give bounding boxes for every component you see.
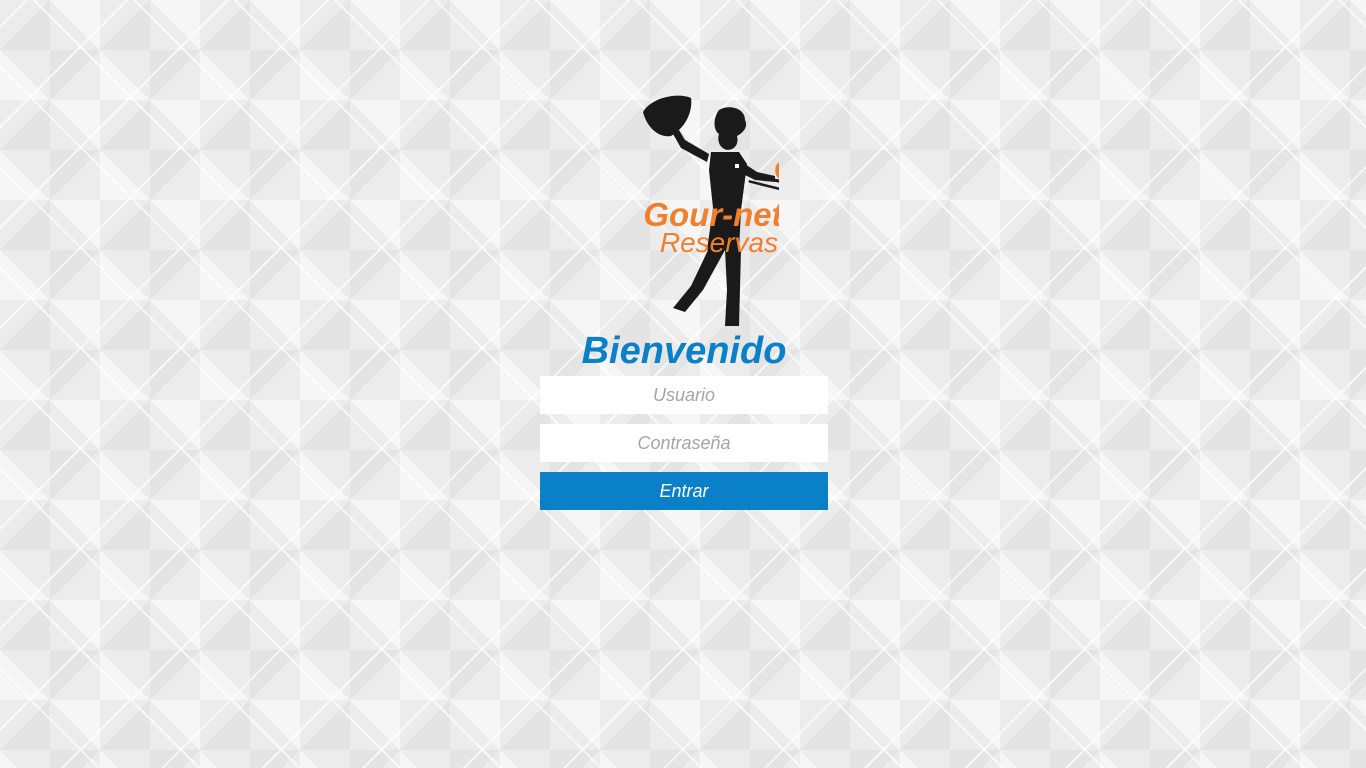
username-input[interactable]: [540, 376, 828, 414]
login-button[interactable]: Entrar: [540, 472, 828, 510]
gournet-logo: G Gour-net Reservas: [589, 90, 779, 328]
welcome-heading: Bienvenido: [581, 330, 787, 372]
logo-subtitle: Reservas: [660, 227, 778, 258]
password-input[interactable]: [540, 424, 828, 462]
login-panel: G Gour-net Reservas Bienvenido Entrar: [540, 90, 828, 510]
logo-letter: G: [774, 155, 779, 186]
waiter-silhouette-icon: G Gour-net Reservas: [643, 95, 779, 326]
